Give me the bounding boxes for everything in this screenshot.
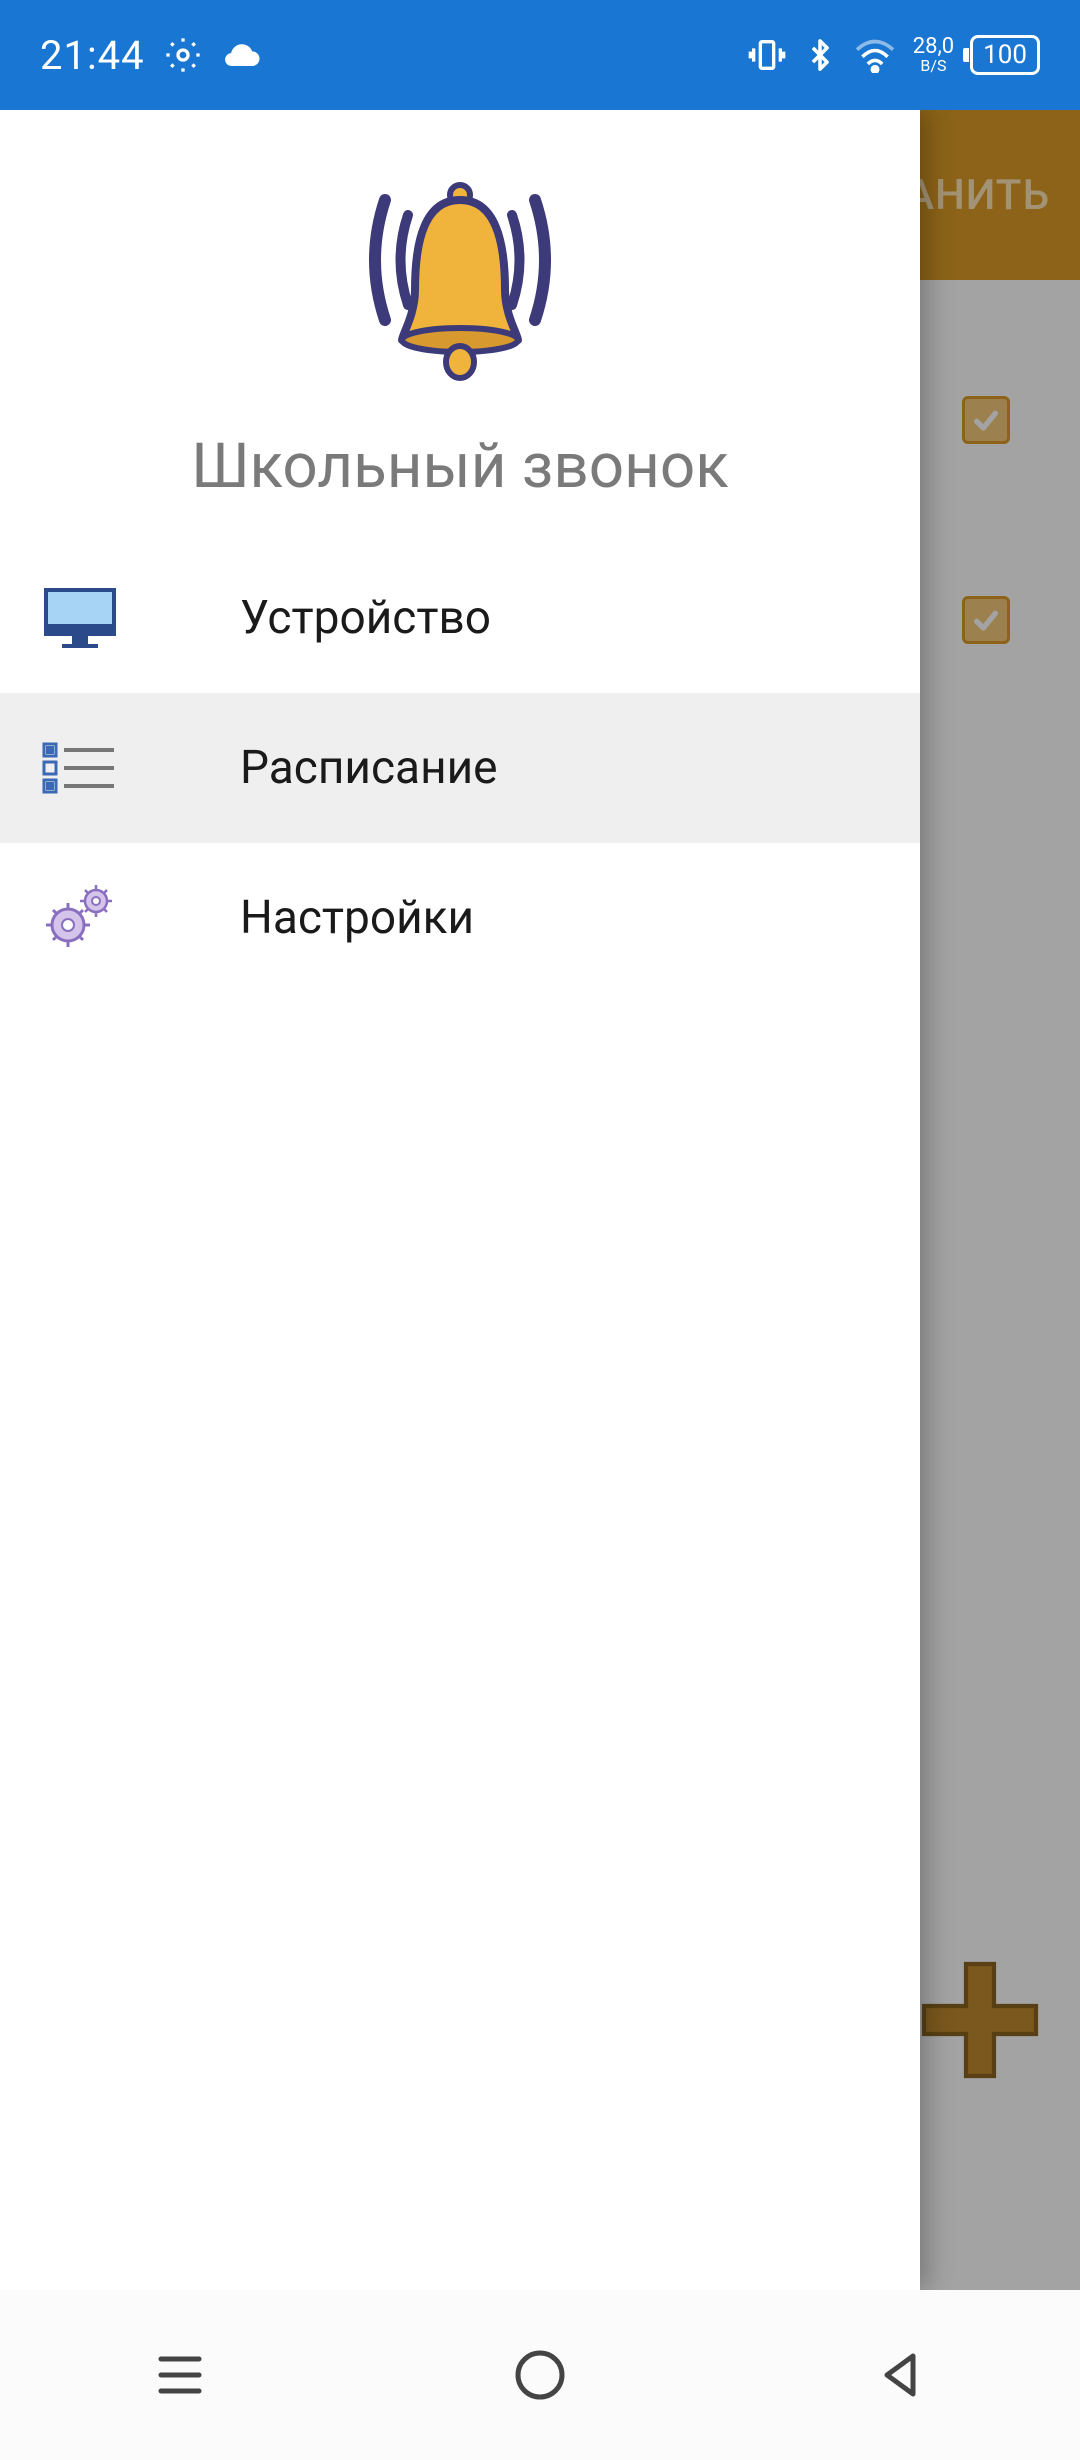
nav-recent-button[interactable]: [120, 2315, 240, 2435]
gear-icon: [163, 35, 203, 75]
battery-indicator: 100: [970, 35, 1040, 75]
drawer-item-schedule[interactable]: Расписание: [0, 693, 920, 843]
drawer-item-device[interactable]: Устройство: [0, 543, 920, 693]
status-time: 21:44: [40, 32, 145, 79]
status-bar: 21:44: [0, 0, 1080, 110]
drawer-item-settings[interactable]: Настройки: [0, 843, 920, 993]
wifi-icon: [853, 37, 897, 73]
bluetooth-icon: [803, 35, 837, 75]
drawer-item-label: Расписание: [240, 741, 498, 795]
network-speed: 28,0 B/S: [913, 36, 954, 74]
bell-logo-icon: [330, 140, 590, 420]
gears-icon: [40, 878, 120, 958]
vibrate-icon: [747, 35, 787, 75]
monitor-icon: [40, 578, 120, 658]
navigation-drawer: Школьный звонок Устройство: [0, 110, 920, 2290]
drawer-item-label: Устройство: [240, 591, 491, 645]
list-icon: [40, 728, 120, 808]
system-nav-bar: [0, 2290, 1080, 2460]
cloud-icon: [221, 38, 265, 72]
drawer-item-label: Настройки: [240, 891, 474, 945]
drawer-title: Школьный звонок: [191, 430, 729, 503]
nav-back-button[interactable]: [840, 2315, 960, 2435]
nav-home-button[interactable]: [480, 2315, 600, 2435]
drawer-header: Школьный звонок: [0, 110, 920, 543]
